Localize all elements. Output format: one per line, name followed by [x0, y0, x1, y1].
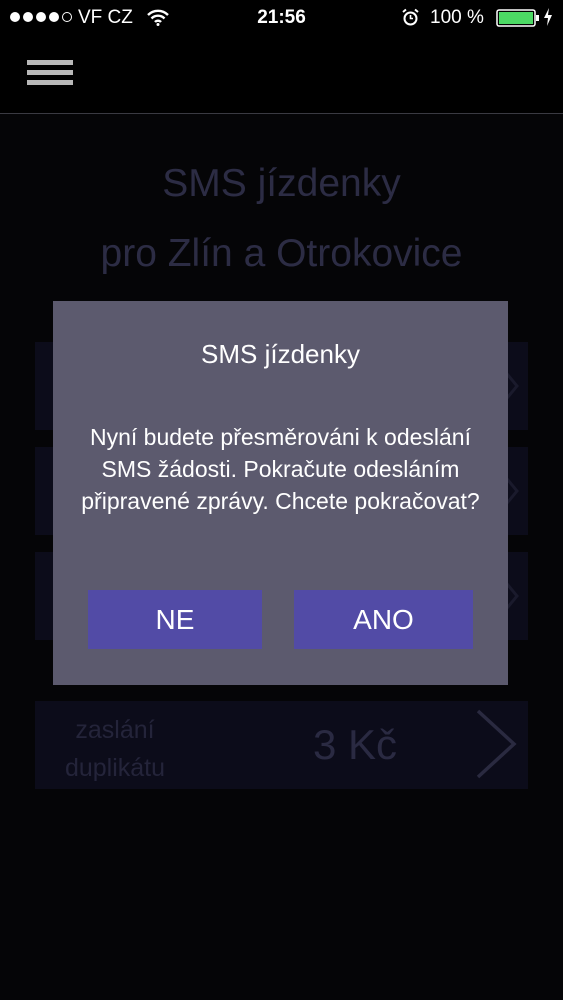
duplicate-label: zaslání duplikátu: [60, 711, 170, 787]
app-screen: VF CZ 21:56 100 % SMS jízdenky pro Zlín …: [0, 0, 563, 1000]
page-title: SMS jízdenky: [162, 162, 401, 205]
duplicate-label-line1: zaslání: [75, 716, 155, 744]
charging-icon: [543, 8, 553, 32]
yes-button[interactable]: ANO: [294, 590, 473, 649]
nav-bar: [0, 36, 563, 114]
dialog-message: Nyní budete přesměrováni k odeslání SMS …: [81, 424, 480, 514]
alarm-icon: [401, 8, 420, 33]
confirm-dialog: SMS jízdenky Nyní budete přesměrováni k …: [53, 301, 508, 685]
battery-percentage: 100 %: [430, 7, 484, 28]
no-button[interactable]: NE: [88, 590, 262, 649]
duplicate-label-line2: duplikátu: [64, 754, 166, 782]
duplicate-ticket-row[interactable]: zaslání duplikátu 3 Kč: [35, 701, 528, 789]
page-subtitle: pro Zlín a Otrokovice: [100, 232, 463, 275]
duplicate-price: 3 Kč: [313, 721, 398, 768]
status-bar: VF CZ 21:56 100 %: [0, 0, 563, 36]
hamburger-icon[interactable]: [27, 60, 73, 86]
chevron-right-icon: [476, 709, 517, 779]
dialog-title: SMS jízdenky: [201, 339, 360, 369]
battery-icon: [496, 9, 540, 33]
